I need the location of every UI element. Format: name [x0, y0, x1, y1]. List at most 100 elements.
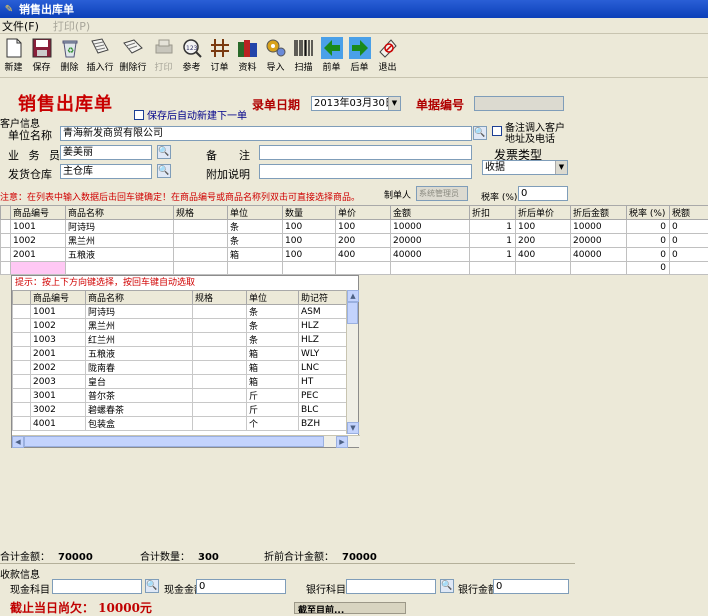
product-grid[interactable]: 商品编号 商品名称 规格 单位 数量 单价 金额 折扣 折后单价 折后金额 税率… [0, 205, 708, 275]
svg-text:♻: ♻ [67, 46, 74, 55]
bank-amount-label: 银行金额 [458, 581, 498, 596]
chevron-down-icon[interactable]: ▼ [388, 97, 400, 110]
warehouse-search-icon[interactable]: 🔍 [157, 164, 171, 178]
app-icon: ✎ [3, 3, 15, 15]
cash-subject-label: 现金科目 [10, 581, 50, 596]
scroll-thumb[interactable] [347, 302, 358, 324]
warehouse-field[interactable]: 主仓库 [60, 164, 152, 179]
bank-subject-search-icon[interactable]: 🔍 [440, 579, 454, 593]
cash-subject-search-icon[interactable]: 🔍 [145, 579, 159, 593]
col-header[interactable]: 商品编号 [31, 291, 86, 305]
scroll-up-icon[interactable]: ▲ [347, 290, 359, 302]
col-header[interactable]: 单位 [228, 206, 283, 220]
col-header[interactable]: 折扣 [470, 206, 516, 220]
col-header[interactable]: 规格 [193, 291, 247, 305]
next-button[interactable]: 后单 [348, 34, 371, 73]
extra-field[interactable] [259, 164, 472, 179]
toolbar: 新建 保存 ♻ 删除 插入行 删除行 打印 123 参考 订单 资料 导入 扫描 [0, 34, 708, 78]
unit-search-icon[interactable]: 🔍 [473, 126, 487, 140]
scroll-left-icon[interactable]: ◀ [12, 436, 24, 448]
bank-subject-field[interactable] [346, 579, 436, 594]
magnifier-icon: 123 [181, 37, 203, 59]
product-lookup-popup[interactable]: 提示：按上下方向键选择，按回车键自动选取 商品编号 商品名称 规格 单位 助记符… [11, 275, 359, 448]
save-icon [31, 37, 53, 59]
popup-tip: 提示：按上下方向键选择，按回车键自动选取 [12, 276, 358, 290]
salesman-search-icon[interactable]: 🔍 [157, 145, 171, 159]
col-header[interactable]: 数量 [283, 206, 336, 220]
menu-print[interactable]: 打印(P) [53, 18, 90, 34]
scroll-thumb[interactable] [24, 436, 324, 447]
tax-rate-field[interactable]: 0 [518, 186, 568, 201]
menu-file[interactable]: 文件(F) [2, 18, 39, 34]
print-button[interactable]: 打印 [152, 34, 175, 73]
remark-label: 备 注 [206, 147, 250, 163]
list-item[interactable]: 1002黑兰州条HLZ [13, 319, 349, 333]
doc-no-field[interactable] [474, 96, 564, 111]
list-item[interactable]: 2002陇南春箱LNC [13, 361, 349, 375]
salesman-field[interactable]: 姜美丽 [60, 145, 152, 160]
scan-button[interactable]: 扫描 [292, 34, 315, 73]
scroll-down-icon[interactable]: ▼ [347, 422, 359, 434]
col-header[interactable]: 商品名称 [66, 206, 174, 220]
col-header[interactable]: 金额 [391, 206, 470, 220]
lookup-table[interactable]: 商品编号 商品名称 规格 单位 助记符 1001阿诗玛条ASM 1002黑兰州条… [12, 290, 349, 431]
books-icon [237, 37, 259, 59]
invoice-type-select[interactable]: 收据 ▼ [482, 160, 568, 175]
owe-summary: 截止当日尚欠： 10000元 [10, 599, 152, 616]
list-item[interactable]: 3002碧螺春茶斤BLC [13, 403, 349, 417]
list-item[interactable]: 2001五粮液箱WLY [13, 347, 349, 361]
col-header[interactable]: 税率 (%) [627, 206, 670, 220]
delete-button[interactable]: ♻ 删除 [58, 34, 81, 73]
col-header[interactable]: 折后单价 [516, 206, 571, 220]
popup-vertical-scrollbar[interactable]: ▲ ▼ [346, 290, 358, 434]
table-row[interactable]: 1001阿诗玛 条 100100 100001 10010000 00 [1, 220, 708, 234]
window-title: 销售出库单 [19, 1, 74, 17]
new-button[interactable]: 新建 [2, 34, 25, 73]
scroll-right-icon[interactable]: ▶ [336, 436, 348, 448]
reference-button[interactable]: 123 参考 [180, 34, 203, 73]
list-item[interactable]: 2003皇台箱HT [13, 375, 349, 389]
maker-field[interactable]: 系统管理员 [416, 186, 468, 201]
list-item[interactable]: 1003红兰州条HLZ [13, 333, 349, 347]
data-button[interactable]: 资料 [236, 34, 259, 73]
unit-name-field[interactable]: 青海新发商贸有限公司 [60, 126, 472, 141]
insert-row-button[interactable]: 插入行 [86, 34, 114, 73]
table-row-new[interactable]: 0 [1, 262, 708, 275]
table-row[interactable]: 2001五粮液 箱 100400 400001 40040000 00 [1, 248, 708, 262]
total-amount: 合计金额：70000 [0, 548, 93, 563]
title-bar: ✎ 销售出库单 [0, 0, 708, 18]
grid-header-row: 商品编号 商品名称 规格 单位 数量 单价 金额 折扣 折后单价 折后金额 税率… [1, 206, 708, 220]
printer-icon [153, 37, 175, 59]
list-item[interactable]: 4001包装盒个BZH [13, 417, 349, 431]
chevron-down-icon[interactable]: ▼ [555, 161, 567, 174]
col-header[interactable]: 商品名称 [86, 291, 193, 305]
bank-amount-field[interactable]: 0 [493, 579, 569, 594]
table-row[interactable]: 1002黑兰州 条 100200 200001 20020000 00 [1, 234, 708, 248]
col-header[interactable]: 助记符 [299, 291, 349, 305]
remark-field[interactable] [259, 145, 472, 160]
prev-button[interactable]: 前单 [320, 34, 343, 73]
col-header[interactable]: 折后金额 [571, 206, 627, 220]
date-picker[interactable]: 2013年03月30日 ▼ [311, 96, 401, 111]
cash-amount-field[interactable]: 0 [196, 579, 286, 594]
col-header[interactable]: 商品编号 [11, 206, 66, 220]
col-header[interactable]: 规格 [174, 206, 228, 220]
list-item[interactable]: 3001普尔茶斤PEC [13, 389, 349, 403]
delete-row-button[interactable]: 删除行 [119, 34, 147, 73]
col-header[interactable]: 税额 [670, 206, 708, 220]
order-icon [209, 37, 231, 59]
remember-address-checkbox[interactable]: 备注调入客户地址及电话 [492, 123, 565, 145]
import-button[interactable]: 导入 [264, 34, 287, 73]
order-button[interactable]: 订单 [208, 34, 231, 73]
list-item[interactable]: 1001阿诗玛条ASM [13, 305, 349, 319]
tax-rate-label: 税率 (%) [481, 190, 517, 203]
col-header[interactable]: 单价 [336, 206, 391, 220]
unit-label: 单位名称 [8, 127, 52, 143]
col-header[interactable]: 单位 [247, 291, 299, 305]
auto-new-checkbox[interactable]: 保存后自动新建下一单 [134, 107, 247, 122]
save-button[interactable]: 保存 [30, 34, 53, 73]
popup-horizontal-scrollbar[interactable]: ◀ ▶ [12, 435, 360, 447]
doc-no-label: 单据编号 [416, 96, 464, 113]
exit-button[interactable]: 退出 [376, 34, 399, 73]
cash-subject-field[interactable] [52, 579, 142, 594]
